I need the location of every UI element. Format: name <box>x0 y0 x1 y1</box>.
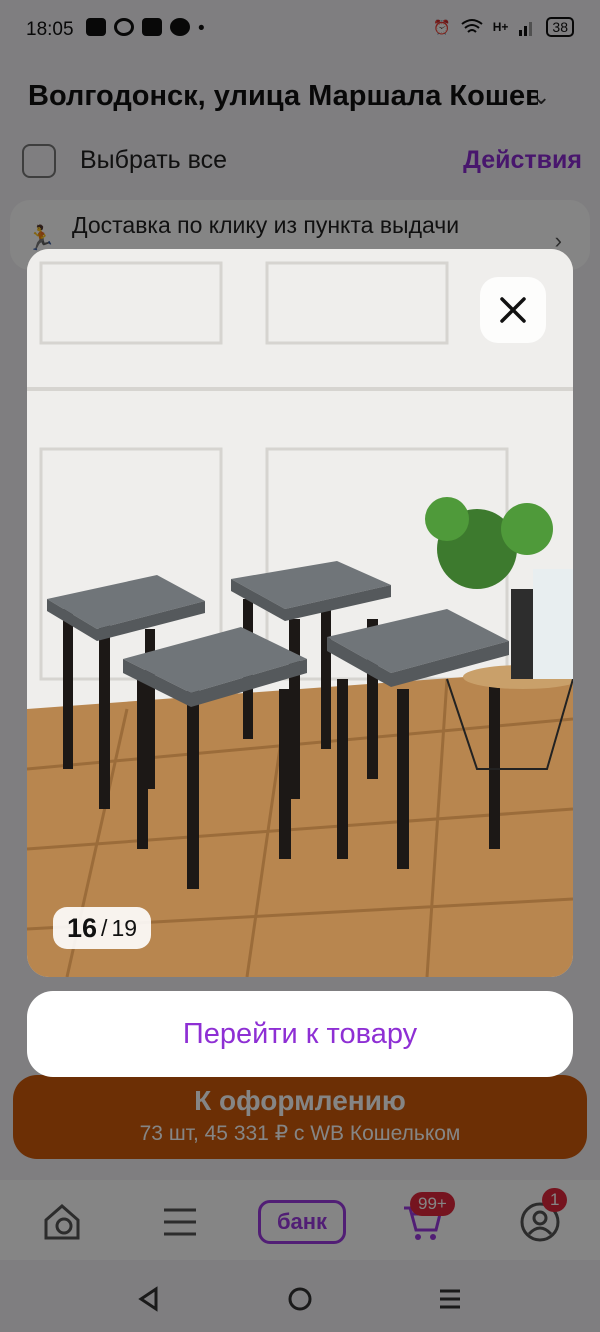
product-photo[interactable] <box>27 249 573 977</box>
close-button[interactable] <box>480 277 546 343</box>
image-viewer: 16 / 19 <box>27 249 573 977</box>
counter-total: 19 <box>111 914 138 941</box>
image-counter: 16 / 19 <box>53 907 152 949</box>
counter-separator: / <box>101 914 108 941</box>
counter-current: 16 <box>67 912 98 943</box>
close-icon <box>500 297 526 323</box>
go-to-product-button[interactable]: Перейти к товару <box>27 991 573 1077</box>
